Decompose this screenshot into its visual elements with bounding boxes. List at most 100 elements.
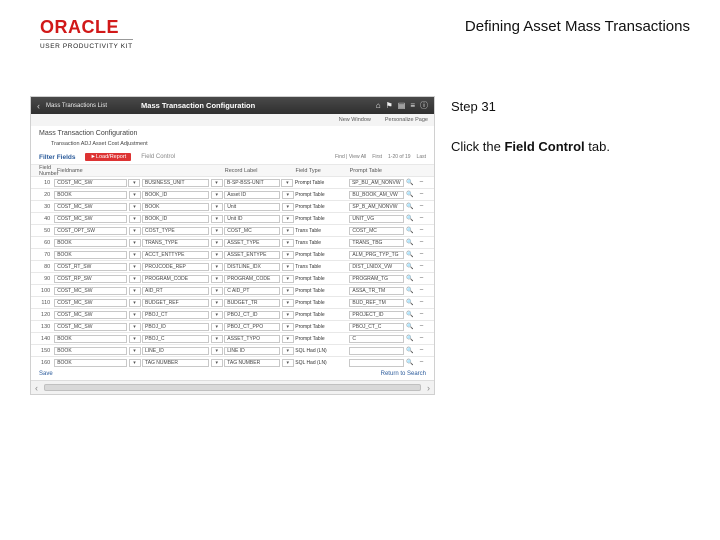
fieldname-input[interactable]: BOOK — [54, 239, 127, 247]
label-input[interactable]: PROGRAM_CODE — [224, 275, 280, 283]
prompt-input[interactable]: PBOJ_CT_C — [349, 323, 403, 331]
home-icon[interactable]: ⌂ — [376, 101, 381, 110]
dropdown-icon[interactable]: ▾ — [282, 263, 294, 271]
dropdown-icon[interactable]: ▾ — [211, 215, 223, 223]
search-icon[interactable]: 🔍 — [406, 312, 413, 318]
delete-row-icon[interactable]: − — [419, 179, 423, 186]
dropdown-icon[interactable]: ▾ — [129, 275, 141, 283]
dropdown-icon[interactable]: ▾ — [211, 239, 223, 247]
name-input[interactable]: BUSINESS_UNIT — [142, 179, 209, 187]
search-icon[interactable]: 🔍 — [406, 336, 413, 342]
prompt-input[interactable]: C — [349, 335, 403, 343]
grid-find-link[interactable]: Find | View All — [335, 154, 366, 160]
prompt-input[interactable]: SP_BU_AM_NONVW — [349, 179, 404, 187]
label-input[interactable]: PBOJ_CT_ID — [224, 311, 280, 319]
label-input[interactable]: ASSET_TYPE — [224, 239, 280, 247]
name-input[interactable]: BOOK — [142, 203, 209, 211]
fieldname-input[interactable]: COST_RP_SW — [54, 275, 127, 283]
label-input[interactable]: ASSET_ENTYPE — [224, 251, 280, 259]
fieldname-input[interactable]: BOOK — [54, 359, 127, 367]
name-input[interactable]: BUDGET_REF — [142, 299, 209, 307]
dropdown-icon[interactable]: ▾ — [211, 227, 223, 235]
label-input[interactable]: Asset ID — [224, 191, 280, 199]
delete-row-icon[interactable]: − — [419, 359, 423, 366]
delete-row-icon[interactable]: − — [419, 227, 423, 234]
dropdown-icon[interactable]: ▾ — [129, 203, 141, 211]
label-input[interactable]: TAG NUMBER — [224, 359, 280, 367]
name-input[interactable]: TAG NUMBER — [142, 359, 209, 367]
search-icon[interactable]: 🔍 — [406, 252, 413, 258]
label-input[interactable]: LINE ID — [224, 347, 280, 355]
search-icon[interactable]: 🔍 — [406, 348, 413, 354]
delete-row-icon[interactable]: − — [419, 299, 423, 306]
name-input[interactable]: PROGRAM_CODE — [142, 275, 209, 283]
dropdown-icon[interactable]: ▾ — [282, 203, 294, 211]
new-window-link[interactable]: New Window — [339, 117, 371, 123]
fieldname-input[interactable]: BOOK — [54, 335, 127, 343]
prompt-input[interactable]: UNIT_VG — [349, 215, 403, 223]
dropdown-icon[interactable]: ▾ — [281, 179, 293, 187]
label-input[interactable]: DISTLINE_IDX — [224, 263, 280, 271]
prompt-input[interactable]: COST_MC — [349, 227, 403, 235]
name-input[interactable]: COST_TYPE — [142, 227, 209, 235]
delete-row-icon[interactable]: − — [419, 323, 423, 330]
dropdown-icon[interactable]: ▾ — [211, 335, 223, 343]
dropdown-icon[interactable]: ▾ — [282, 335, 294, 343]
dropdown-icon[interactable]: ▾ — [129, 263, 141, 271]
dropdown-icon[interactable]: ▾ — [282, 311, 294, 319]
scroll-right-icon[interactable]: › — [427, 383, 430, 393]
flag-icon[interactable]: ⚑ — [386, 101, 393, 110]
search-icon[interactable]: 🔍 — [406, 324, 413, 330]
name-input[interactable]: LINE_ID — [142, 347, 209, 355]
name-input[interactable]: ACCT_ENTTYPE — [142, 251, 209, 259]
grid-first-link[interactable]: First — [372, 154, 382, 160]
prompt-input[interactable]: DIST_LNIDX_VW — [349, 263, 403, 271]
dropdown-icon[interactable]: ▾ — [282, 347, 294, 355]
return-link[interactable]: Return to Search — [381, 371, 426, 377]
label-input[interactable]: Unit ID — [224, 215, 280, 223]
delete-row-icon[interactable]: − — [419, 347, 423, 354]
breadcrumb[interactable]: Mass Transactions List — [46, 103, 107, 109]
search-icon[interactable]: 🔍 — [406, 276, 413, 282]
prompt-input[interactable]: PROJECT_ID — [349, 311, 403, 319]
label-input[interactable]: COST_MC — [224, 227, 280, 235]
horizontal-scrollbar[interactable]: ‹ › — [31, 380, 434, 394]
search-icon[interactable]: 🔍 — [406, 180, 413, 186]
label-input[interactable]: ASSET_TYPO — [224, 335, 280, 343]
fieldname-input[interactable]: BOOK — [54, 251, 127, 259]
prompt-input[interactable]: ALM_PRG_TYP_TG — [349, 251, 403, 259]
dropdown-icon[interactable]: ▾ — [129, 311, 141, 319]
prompt-input[interactable]: PROGRAM_TG — [349, 275, 403, 283]
scroll-thumb[interactable] — [44, 384, 421, 391]
tab-filter-fields[interactable]: Filter Fields — [39, 154, 75, 161]
dropdown-icon[interactable]: ▾ — [211, 191, 223, 199]
dropdown-icon[interactable]: ▾ — [211, 287, 223, 295]
name-input[interactable]: PBOJ_CT — [142, 311, 209, 319]
fieldname-input[interactable]: BOOK — [54, 347, 127, 355]
dropdown-icon[interactable]: ▾ — [211, 275, 223, 283]
prompt-input[interactable]: SP_B_AM_NONVW — [349, 203, 403, 211]
dropdown-icon[interactable]: ▾ — [129, 347, 141, 355]
prompt-input[interactable] — [349, 359, 403, 367]
fieldname-input[interactable]: BOOK — [54, 191, 127, 199]
dropdown-icon[interactable]: ▾ — [211, 299, 223, 307]
save-link[interactable]: Save — [39, 371, 53, 377]
dropdown-icon[interactable]: ▾ — [211, 179, 223, 187]
search-icon[interactable]: 🔍 — [406, 192, 413, 198]
delete-row-icon[interactable]: − — [419, 215, 423, 222]
prompt-input[interactable]: ASSA_TR_TM — [349, 287, 403, 295]
dropdown-icon[interactable]: ▾ — [129, 239, 141, 247]
name-input[interactable]: PBOJ_C — [142, 335, 209, 343]
bar-icon[interactable]: ▤ — [398, 101, 406, 110]
name-input[interactable]: AID_RT — [142, 287, 209, 295]
dropdown-icon[interactable]: ▾ — [282, 215, 294, 223]
personalize-link[interactable]: Personalize Page — [385, 117, 428, 123]
dropdown-icon[interactable]: ▾ — [282, 227, 294, 235]
prompt-input[interactable]: BU_BOOK_AM_VW — [349, 191, 403, 199]
label-input[interactable]: BUDGET_TR — [224, 299, 280, 307]
delete-row-icon[interactable]: − — [419, 251, 423, 258]
dropdown-icon[interactable]: ▾ — [282, 191, 294, 199]
grid-last-link[interactable]: Last — [417, 154, 426, 160]
prompt-input[interactable]: BUD_REF_TM — [349, 299, 403, 307]
delete-row-icon[interactable]: − — [419, 263, 423, 270]
